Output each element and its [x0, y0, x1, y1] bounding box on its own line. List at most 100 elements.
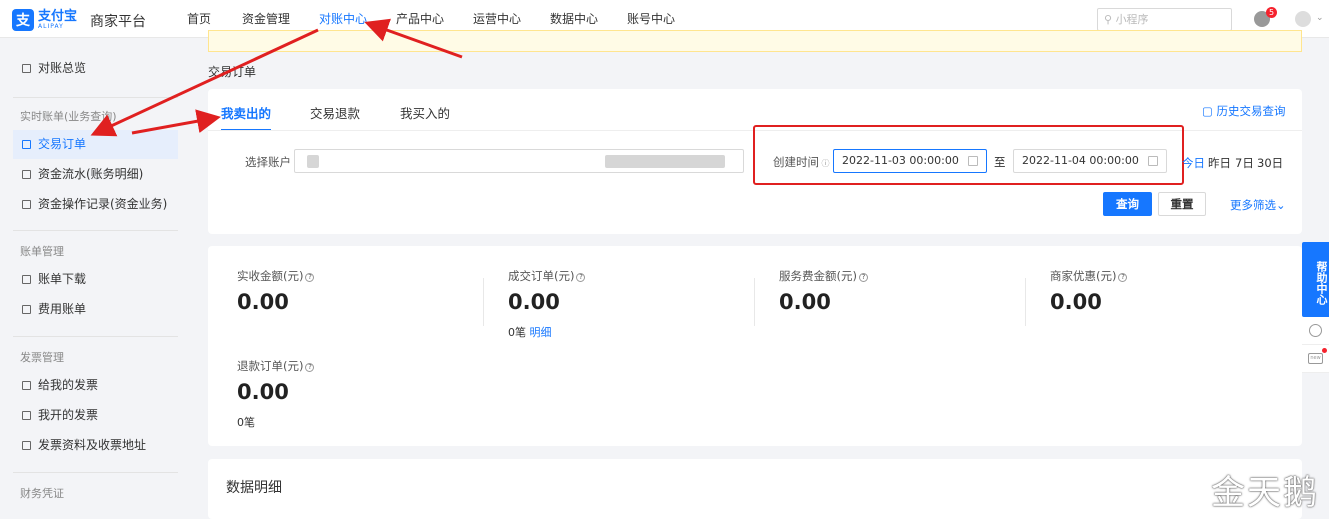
tab-bought[interactable]: 我买入的	[400, 103, 450, 131]
order-icon	[22, 140, 31, 149]
alipay-logo-icon: 支	[12, 9, 34, 31]
headset-icon	[1309, 324, 1322, 337]
sidebar-item-label: 给我的发票	[38, 378, 99, 392]
stat-value: 0.00	[237, 380, 289, 404]
stat-label: 服务费金额(元)?	[779, 268, 868, 284]
quick-7days[interactable]: 7日	[1235, 155, 1254, 171]
divider	[754, 278, 755, 326]
sidebar-item-label: 资金流水(账务明细)	[38, 167, 144, 181]
more-filters-label: 更多筛选	[1230, 198, 1276, 212]
filter-card: 我卖出的 交易退款 我买入的 ▢ 历史交易查询 选择账户 创建时间 ⓘ 2022…	[208, 89, 1302, 234]
help-icon: ?	[305, 273, 315, 282]
start-date-value: 2022-11-03 00:00:00	[842, 154, 959, 167]
notification-badge: 5	[1266, 7, 1278, 18]
sidebar-item-invoices-received[interactable]: 给我的发票	[13, 371, 178, 400]
sidebar-item-fund-ops[interactable]: 资金操作记录(资金业务)	[13, 190, 178, 219]
divider	[13, 336, 178, 337]
end-date-input[interactable]: 2022-11-04 00:00:00	[1013, 149, 1167, 173]
sidebar-item-label: 对账总览	[38, 61, 87, 75]
stat-merchant-discount: 商家优惠(元)? 0.00	[1050, 268, 1128, 314]
divider	[13, 97, 178, 98]
invoice-icon	[22, 411, 31, 420]
history-query-link[interactable]: ▢ 历史交易查询	[1202, 103, 1286, 119]
notice-banner	[208, 30, 1302, 52]
redacted-block	[307, 155, 319, 168]
detail-link[interactable]: 明细	[530, 326, 552, 339]
sidebar-item-fund-flow[interactable]: 资金流水(账务明细)	[13, 160, 178, 189]
redacted-block	[605, 155, 725, 168]
stat-sub: 0笔 明细	[508, 326, 552, 339]
end-date-value: 2022-11-04 00:00:00	[1022, 154, 1139, 167]
page-title: 交易订单	[208, 65, 257, 79]
sidebar-group-vouchers: 财务凭证	[20, 487, 64, 500]
query-button[interactable]: 查询	[1103, 192, 1152, 216]
avatar[interactable]	[1295, 11, 1311, 27]
calendar-icon[interactable]	[968, 156, 978, 166]
sidebar-item-overview[interactable]: 对账总览	[13, 54, 178, 83]
help-center-button[interactable]: 帮助中心	[1302, 242, 1329, 317]
tab-refunds[interactable]: 交易退款	[310, 103, 360, 131]
invoice-icon	[22, 381, 31, 390]
sidebar-group-realtime: 实时账单(业务查询)	[20, 110, 117, 123]
search-icon: ⚲	[1104, 13, 1113, 26]
detail-card: 数据明细	[208, 459, 1302, 519]
sidebar-item-label: 资金操作记录(资金业务)	[38, 197, 168, 211]
sidebar-item-fee-bill[interactable]: 费用账单	[13, 295, 178, 324]
sidebar-item-label: 账单下载	[38, 272, 87, 286]
stat-value: 0.00	[508, 290, 560, 314]
range-separator: 至	[994, 155, 1006, 169]
stat-value: 0.00	[779, 290, 831, 314]
logo-en-text: ALIPAY	[38, 23, 64, 30]
account-select[interactable]	[294, 149, 744, 173]
sidebar-item-invoice-info[interactable]: 发票资料及收票地址	[13, 431, 178, 460]
help-icon: ?	[576, 273, 586, 282]
ledger-icon	[22, 170, 31, 179]
calendar-icon[interactable]	[1148, 156, 1158, 166]
quick-yesterday[interactable]: 昨日	[1208, 155, 1231, 171]
sidebar: 对账总览 实时账单(业务查询) 交易订单 资金流水(账务明细) 资金操作记录(资…	[0, 38, 190, 510]
stat-label: 退款订单(元)?	[237, 358, 315, 374]
sidebar-item-label: 交易订单	[38, 137, 87, 151]
stat-label: 成交订单(元)?	[508, 268, 586, 284]
sidebar-item-bill-download[interactable]: 账单下载	[13, 265, 178, 294]
more-filters-link[interactable]: 更多筛选⌄	[1230, 197, 1286, 213]
fee-icon	[22, 305, 31, 314]
sidebar-group-bills: 账单管理	[20, 245, 64, 258]
platform-name: 商家平台	[90, 14, 146, 30]
divider	[483, 278, 484, 326]
sidebar-item-trade-orders[interactable]: 交易订单	[13, 130, 178, 159]
history-link-label: 历史交易查询	[1216, 104, 1286, 118]
new-icon: new	[1308, 353, 1323, 364]
stats-card: 实收金额(元)? 0.00 成交订单(元)? 0.00 0笔 明细 服务费金额(…	[208, 246, 1302, 446]
search-input[interactable]: ⚲ 小程序	[1097, 8, 1232, 31]
start-date-input[interactable]: 2022-11-03 00:00:00	[833, 149, 987, 173]
divider	[13, 230, 178, 231]
tab-sold[interactable]: 我卖出的	[221, 103, 272, 131]
alipay-logo[interactable]: 支 支付宝 ALIPAY	[12, 9, 77, 31]
divider	[1025, 278, 1026, 326]
stat-received: 实收金额(元)? 0.00	[237, 268, 315, 314]
stat-service-fee: 服务费金额(元)? 0.00	[779, 268, 868, 314]
help-icon: ?	[305, 363, 315, 372]
watermark: 金天鹅	[1211, 473, 1319, 513]
chevron-down-icon[interactable]: ⌄	[1316, 13, 1324, 23]
stat-label: 实收金额(元)?	[237, 268, 315, 284]
stat-label: 商家优惠(元)?	[1050, 268, 1128, 284]
account-label: 选择账户	[245, 155, 291, 169]
chevron-down-icon: ⌄	[1276, 198, 1286, 212]
history-icon: ▢	[1202, 104, 1217, 118]
sidebar-item-invoices-issued[interactable]: 我开的发票	[13, 401, 178, 430]
logo-cn-text: 支付宝	[38, 9, 78, 24]
service-button[interactable]	[1302, 317, 1329, 345]
quick-30days[interactable]: 30日	[1257, 155, 1283, 171]
quick-today[interactable]: 今日	[1182, 155, 1205, 171]
create-time-label: 创建时间 ⓘ	[773, 155, 830, 169]
stat-value: 0.00	[1050, 290, 1102, 314]
address-icon	[22, 441, 31, 450]
sidebar-item-label: 发票资料及收票地址	[38, 438, 147, 452]
stat-refunds: 退款订单(元)? 0.00 0笔	[237, 358, 315, 430]
help-icon: ?	[858, 273, 868, 282]
whats-new-button[interactable]: new	[1302, 345, 1329, 373]
reset-button[interactable]: 重置	[1158, 192, 1206, 216]
red-dot	[1322, 348, 1327, 353]
